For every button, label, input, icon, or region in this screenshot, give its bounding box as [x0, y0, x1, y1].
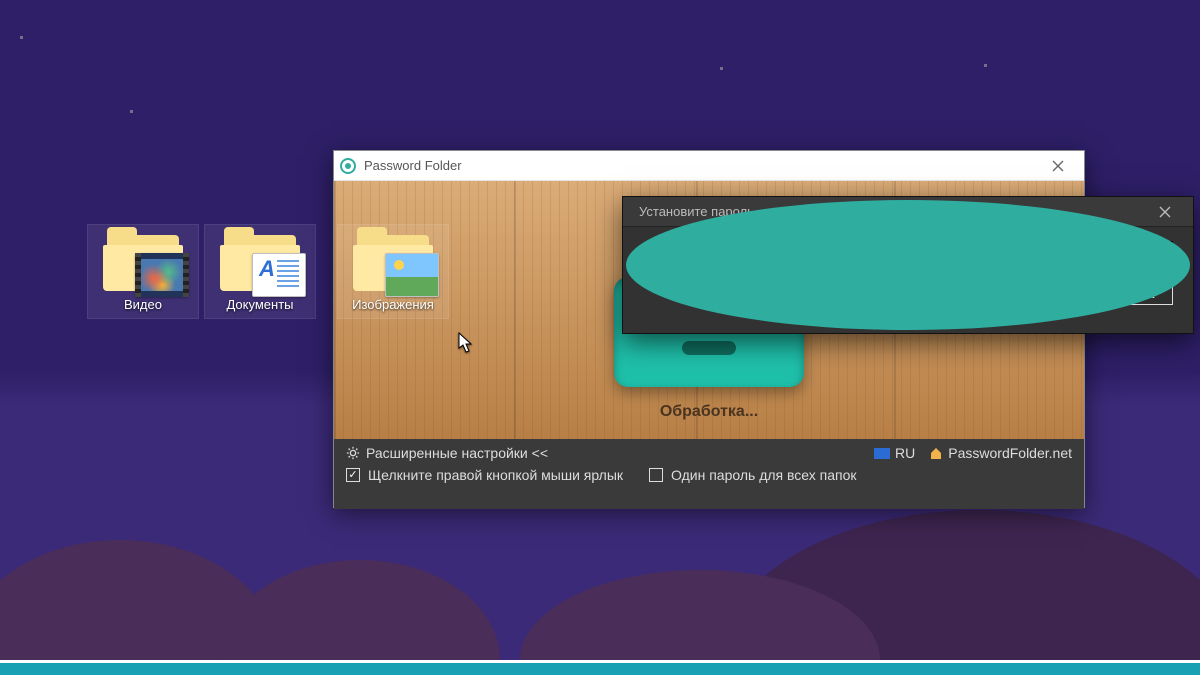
flag-icon [874, 448, 890, 459]
status-text: Обработка... [660, 403, 758, 421]
website-link[interactable]: PasswordFolder.net [929, 445, 1072, 461]
set-password-dialog: Установите пароль Пароль: Подтверждать: … [622, 196, 1194, 334]
advanced-settings-label: Расширенные настройки << [366, 445, 548, 461]
window-footer: Расширенные настройки << RU PasswordFold… [334, 439, 1084, 509]
website-label: PasswordFolder.net [948, 445, 1072, 461]
desktop-icon-pictures[interactable]: Изображения [338, 225, 448, 318]
language-link[interactable]: RU [874, 445, 915, 461]
desktop-icon-label: Документы [205, 295, 315, 318]
home-icon [929, 446, 943, 460]
language-label: RU [895, 445, 915, 461]
rightclick-checkbox[interactable] [346, 468, 360, 482]
titlebar[interactable]: Password Folder [334, 151, 1084, 181]
horizon-decor [0, 660, 1200, 675]
desktop-icon-videos[interactable]: Видео [88, 225, 198, 318]
onepassword-checkbox[interactable] [649, 468, 663, 482]
window-title: Password Folder [364, 158, 1038, 173]
rightclick-label: Щелкните правой кнопкой мыши ярлык [368, 467, 623, 483]
advanced-settings-link[interactable]: Расширенные настройки << [346, 445, 548, 461]
desktop-icon-label: Изображения [338, 295, 448, 318]
cursor-icon [458, 332, 474, 354]
close-button[interactable] [1038, 151, 1078, 181]
dialog-close-button[interactable] [1145, 197, 1185, 227]
dialog-titlebar[interactable]: Установите пароль [623, 197, 1193, 227]
onepassword-label: Один пароль для всех папок [671, 467, 857, 483]
gear-icon [346, 446, 360, 460]
app-icon [340, 158, 356, 174]
desktop-icon-label: Видео [88, 295, 198, 318]
desktop-icon-documents[interactable]: Документы [205, 225, 315, 318]
